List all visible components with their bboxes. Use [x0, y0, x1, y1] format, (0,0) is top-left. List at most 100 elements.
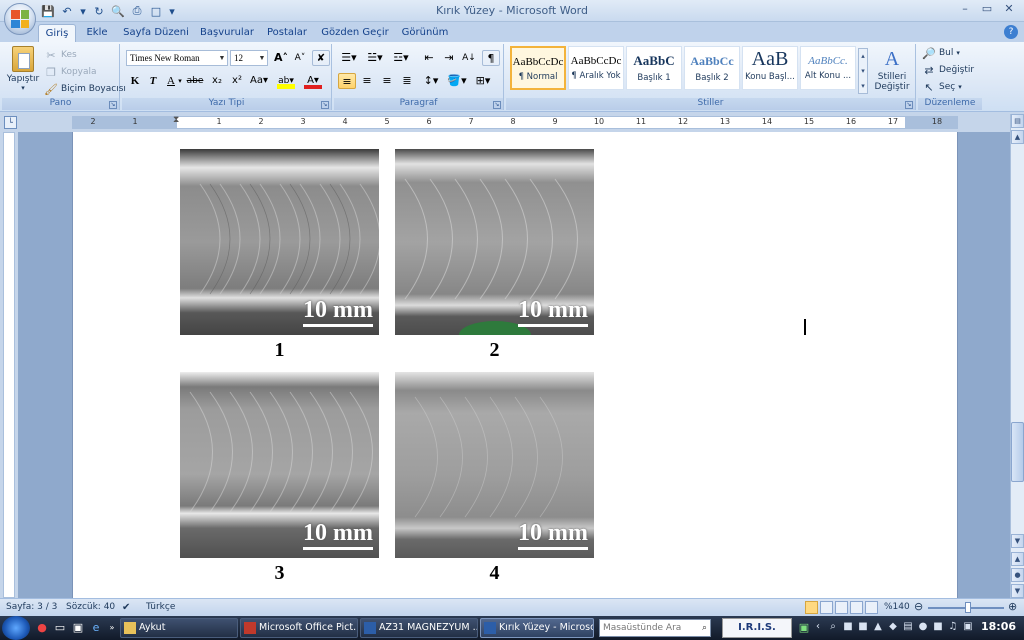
paragraph-launcher-icon[interactable]: ↘ [493, 101, 501, 109]
horizontal-ruler[interactable]: 2 1 ⧗ 1 2 3 4 5 6 7 8 9 10 11 12 13 14 1… [72, 115, 958, 129]
zoom-in-icon[interactable]: ⊕ [1008, 600, 1017, 613]
tab-review[interactable]: Gözden Geçir [318, 24, 392, 42]
clipboard-launcher-icon[interactable]: ↘ [109, 101, 117, 109]
align-center-icon[interactable]: ≡ [358, 73, 376, 89]
strikethrough-icon[interactable]: abe [186, 73, 204, 89]
tray-arrow-icon[interactable]: ▣ [796, 620, 812, 636]
tray-icon[interactable]: ■ [842, 620, 854, 634]
tab-view[interactable]: Görünüm [396, 24, 454, 42]
style-title[interactable]: AaB Konu Başl... [742, 46, 798, 90]
proofing-icon[interactable]: ✔ [122, 602, 130, 613]
italic-icon[interactable]: T [144, 73, 162, 89]
minimize-button[interactable]: – [954, 2, 976, 18]
view-ruler-icon[interactable]: ▤ [1011, 114, 1024, 128]
font-color-icon[interactable]: A▾ [304, 73, 322, 89]
line-spacing-icon[interactable]: ↕▾ [420, 73, 442, 89]
cut-button[interactable]: ✂ Kes [44, 48, 76, 62]
browse-object-icon[interactable]: ● [1011, 568, 1024, 582]
tray-icon[interactable]: ▲ [872, 620, 884, 634]
clock[interactable]: 18:06 [981, 620, 1016, 633]
replace-button[interactable]: ⇄ Değiştir [922, 63, 974, 77]
bold-icon[interactable]: K [126, 73, 144, 89]
full-screen-reading-view-icon[interactable] [820, 601, 833, 614]
multilevel-list-icon[interactable]: ☲▾ [390, 50, 412, 66]
decrease-indent-icon[interactable]: ⇤ [420, 50, 438, 66]
web-layout-view-icon[interactable] [835, 601, 848, 614]
draft-view-icon[interactable] [865, 601, 878, 614]
font-family-select[interactable]: Times New Roman ▼ [126, 50, 228, 66]
vertical-scrollbar[interactable]: ▤ ▲ ▼ ▲ ● ▼ [1010, 114, 1024, 598]
internet-explorer-icon[interactable]: e [88, 620, 104, 636]
grow-font-icon[interactable]: A˄ [272, 50, 290, 66]
scroll-thumb[interactable] [1011, 422, 1024, 482]
document-area[interactable]: 10 mm 1 10 mm 2 10 mm 3 10 mm 4 [18, 132, 1010, 598]
bullets-icon[interactable]: ☰▾ [338, 50, 360, 66]
style-no-spacing[interactable]: AaBbCcDc ¶ Aralık Yok [568, 46, 624, 90]
taskbar-item-picture-manager[interactable]: Microsoft Office Pict... [240, 618, 358, 638]
zoom-level[interactable]: %140 [884, 602, 910, 612]
format-painter-button[interactable]: 🖌 Biçim Boyacısı [44, 82, 126, 96]
help-icon[interactable]: ? [1004, 25, 1018, 39]
page-counter[interactable]: Sayfa: 3 / 3 [6, 602, 57, 612]
language-indicator[interactable]: Türkçe [146, 602, 175, 612]
numbering-icon[interactable]: ☱▾ [364, 50, 386, 66]
volume-icon[interactable]: ♫ [947, 620, 959, 634]
quick-launch-more-icon[interactable]: » [104, 620, 120, 636]
next-page-icon[interactable]: ▼ [1011, 584, 1024, 598]
change-styles-button[interactable]: A Stilleri Değiştir [872, 48, 912, 92]
word-count[interactable]: Sözcük: 40 [66, 602, 115, 612]
tab-insert[interactable]: Ekle [80, 24, 114, 42]
superscript-icon[interactable]: x² [228, 73, 246, 89]
justify-icon[interactable]: ≣ [398, 73, 416, 89]
styles-launcher-icon[interactable]: ↘ [905, 101, 913, 109]
zoom-slider-knob[interactable] [965, 602, 971, 613]
find-button[interactable]: 🔎 Bul ▾ [922, 46, 960, 60]
style-heading-1[interactable]: AaBbC Başlık 1 [626, 46, 682, 90]
document-page[interactable]: 10 mm 1 10 mm 2 10 mm 3 10 mm 4 [72, 132, 958, 598]
outline-view-icon[interactable] [850, 601, 863, 614]
align-left-icon[interactable]: ≡ [338, 73, 356, 89]
tray-icon[interactable]: ■ [857, 620, 869, 634]
close-button[interactable]: ✕ [998, 2, 1020, 18]
shrink-font-icon[interactable]: A˅ [291, 50, 309, 66]
iris-app-button[interactable]: I.R.I.S. [722, 618, 792, 638]
vertical-ruler[interactable] [0, 132, 18, 598]
maximize-button[interactable]: ▭ [976, 2, 998, 18]
tray-search-icon[interactable]: ⌕ [827, 620, 839, 634]
tab-selector-icon[interactable]: └ [4, 116, 17, 129]
scroll-down-icon[interactable]: ▼ [1011, 534, 1024, 548]
change-case-icon[interactable]: Aa▾ [250, 73, 268, 89]
tab-page-layout[interactable]: Sayfa Düzeni [118, 24, 194, 42]
sort-icon[interactable]: A↓ [460, 50, 478, 66]
indent-marker-icon[interactable]: ⧗ [173, 115, 179, 125]
tab-home[interactable]: Giriş [38, 24, 76, 42]
clear-formatting-icon[interactable]: ✘ [312, 50, 330, 66]
taskbar-item-folder[interactable]: Aykut [120, 618, 238, 638]
start-button[interactable] [2, 616, 30, 640]
tray-expand-icon[interactable]: ‹ [812, 620, 824, 634]
select-button[interactable]: ↖ Seç ▾ [922, 80, 961, 94]
shading-icon[interactable]: 🪣▾ [446, 73, 468, 89]
copy-button[interactable]: ❐ Kopyala [44, 65, 96, 79]
tray-icon[interactable]: ● [917, 620, 929, 634]
show-desktop-icon[interactable]: ▭ [52, 620, 68, 636]
increase-indent-icon[interactable]: ⇥ [440, 50, 458, 66]
scroll-up-icon[interactable]: ▲ [1011, 130, 1024, 144]
search-icon[interactable]: ⌕ [702, 620, 707, 636]
paste-button[interactable]: Yapıştır ▾ [6, 46, 40, 92]
tray-icon[interactable]: ◆ [887, 620, 899, 634]
tray-icon[interactable]: ■ [932, 620, 944, 634]
subscript-icon[interactable]: x₂ [208, 73, 226, 89]
zoom-out-icon[interactable]: ⊖ [914, 600, 923, 613]
tab-mailings[interactable]: Postalar [262, 24, 312, 42]
tray-icon[interactable]: ▣ [962, 620, 974, 634]
underline-dropdown-icon[interactable]: ▾ [176, 73, 184, 89]
taskbar-item-word-doc[interactable]: AZ31 MAGNEZYUM ... [360, 618, 478, 638]
highlight-icon[interactable]: ab▾ [277, 73, 295, 89]
tab-references[interactable]: Başvurular [198, 24, 256, 42]
taskbar-item-word-active[interactable]: Kırık Yüzey - Microso... [480, 618, 594, 638]
switch-windows-icon[interactable]: ▣ [70, 620, 86, 636]
quick-launch-icon[interactable]: ● [34, 620, 50, 636]
previous-page-icon[interactable]: ▲ [1011, 552, 1024, 566]
network-icon[interactable]: ▤ [902, 620, 914, 634]
